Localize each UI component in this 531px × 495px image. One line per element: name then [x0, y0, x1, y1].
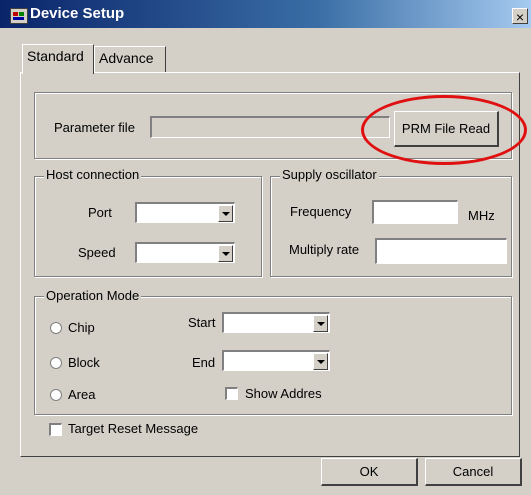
- device-setup-window: Device Setup × Standard Advance Paramete…: [0, 0, 531, 495]
- target-reset-label: Target Reset Message: [68, 421, 199, 436]
- port-dropdown[interactable]: [135, 202, 235, 223]
- ok-button[interactable]: OK: [321, 458, 418, 486]
- multiply-rate-input[interactable]: [375, 238, 507, 264]
- parameter-file-label: Parameter file: [54, 120, 135, 135]
- chip-radio[interactable]: [50, 322, 62, 334]
- dropdown-arrow-icon[interactable]: [313, 353, 328, 370]
- tab-standard-label: Standard: [27, 48, 84, 64]
- show-address-label: Show Addres: [245, 386, 322, 401]
- speed-dropdown[interactable]: [135, 242, 235, 263]
- end-dropdown[interactable]: [222, 350, 330, 371]
- app-icon: [10, 8, 28, 24]
- target-reset-checkbox[interactable]: [49, 423, 62, 436]
- end-label: End: [192, 355, 216, 370]
- operation-mode-title: Operation Mode: [44, 288, 142, 303]
- port-label: Port: [88, 205, 112, 220]
- frequency-unit: MHz: [468, 208, 495, 223]
- host-connection-title: Host connection: [44, 167, 142, 182]
- frequency-label: Frequency: [290, 204, 352, 219]
- supply-oscillator-title: Supply oscillator: [280, 167, 379, 182]
- title-bar[interactable]: Device Setup ×: [0, 0, 531, 28]
- tab-advance-label: Advance: [99, 50, 154, 66]
- window-title: Device Setup: [30, 5, 125, 22]
- area-label: Area: [68, 387, 96, 402]
- area-radio[interactable]: [50, 389, 62, 401]
- block-radio[interactable]: [50, 357, 62, 369]
- show-address-checkbox[interactable]: [225, 387, 238, 400]
- highlight-ring: [361, 95, 527, 165]
- start-label: Start: [188, 315, 216, 330]
- tab-standard[interactable]: Standard: [22, 44, 94, 74]
- start-dropdown[interactable]: [222, 312, 330, 333]
- chip-label: Chip: [68, 320, 95, 335]
- dropdown-arrow-icon[interactable]: [313, 315, 328, 332]
- close-icon[interactable]: ×: [512, 8, 528, 25]
- block-label: Block: [68, 355, 100, 370]
- frequency-input[interactable]: [372, 200, 458, 224]
- tab-advance[interactable]: Advance: [94, 46, 166, 72]
- speed-label: Speed: [78, 245, 116, 260]
- dropdown-arrow-icon[interactable]: [218, 245, 233, 262]
- parameter-file-field: [150, 116, 390, 138]
- multiply-rate-label: Multiply rate: [289, 242, 360, 257]
- cancel-button[interactable]: Cancel: [425, 458, 522, 486]
- dropdown-arrow-icon[interactable]: [218, 205, 233, 222]
